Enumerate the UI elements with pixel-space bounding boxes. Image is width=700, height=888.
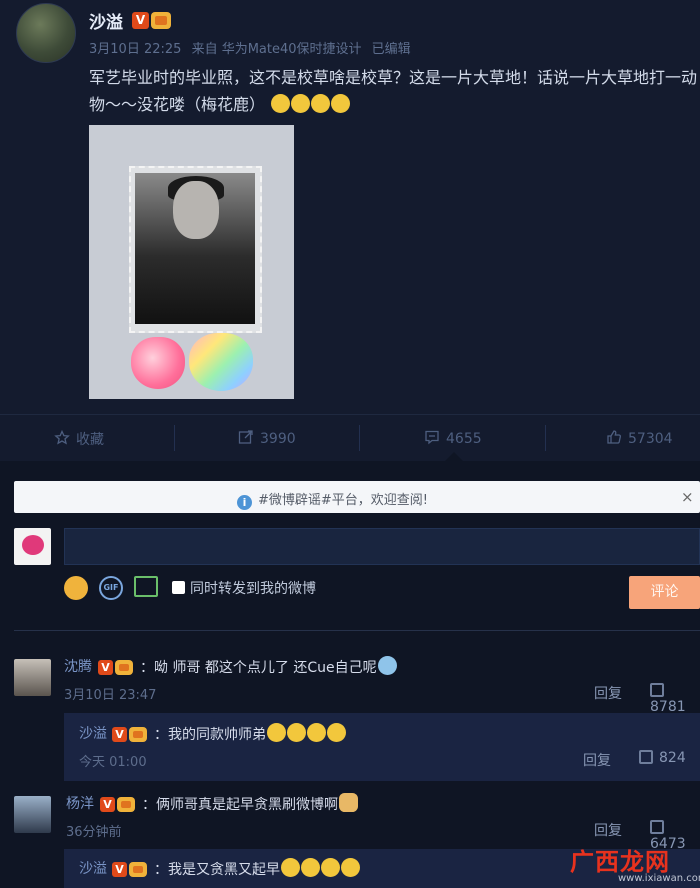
thumb-up-icon — [650, 683, 664, 697]
comment-time: 3月10日 23:47 — [64, 688, 157, 703]
thumb-up-icon — [606, 429, 622, 449]
rumor-notice-text: #微博辟谣#平台，欢迎查阅! — [258, 493, 428, 508]
sneaky-emoji-icon — [311, 94, 331, 113]
submit-comment-button[interactable]: 评论 — [629, 576, 700, 609]
author-name[interactable]: 沙溢 — [89, 8, 123, 33]
repost-button[interactable]: 3990 — [238, 429, 296, 449]
vip-crown-icon — [129, 727, 147, 742]
comment-text-body: ：呦 师哥 都这个点儿了 还Cue自己呢 — [140, 660, 377, 676]
comment-input[interactable] — [64, 528, 700, 565]
commenter-name[interactable]: 沈腾 — [64, 656, 92, 676]
sub-comment-like-count: 824 — [659, 750, 686, 766]
comment-time: 36分钟前 — [66, 825, 122, 840]
action-separator — [359, 425, 360, 451]
rainbow-heart-sticker — [189, 333, 253, 391]
sub-comment-time: 今天 01:00 — [79, 755, 147, 770]
repost-count: 3990 — [260, 431, 296, 447]
pink-heart-sticker — [131, 337, 185, 389]
sub-commenter-badges: V — [112, 724, 147, 743]
vip-crown-icon — [151, 12, 171, 29]
vip-crown-icon — [117, 797, 135, 812]
repost-icon — [238, 429, 254, 449]
sub-comment-like-button[interactable]: 824 — [639, 750, 686, 766]
watermark-brand: 广西龙网 — [570, 848, 670, 876]
repost-checkbox-label[interactable]: 同时转发到我的微博 — [190, 578, 316, 598]
vip-crown-icon — [115, 660, 133, 675]
sneaky-emoji-icon — [267, 723, 286, 742]
post-action-bar: 收藏 3990 4655 57304 — [0, 414, 700, 460]
thumb-up-icon — [639, 750, 653, 764]
like-count: 57304 — [628, 431, 673, 447]
comment-count: 4655 — [446, 431, 482, 447]
grin-emoji-icon — [301, 858, 320, 877]
post-source: 来自 华为Mate40保时捷设计 — [191, 42, 362, 57]
reply-button[interactable]: 回复 — [594, 820, 622, 840]
post-edited: 已编辑 — [371, 42, 411, 57]
my-avatar[interactable] — [14, 528, 51, 565]
comment-text: ：呦 师哥 都这个点儿了 还Cue自己呢 — [140, 656, 397, 677]
sneaky-emoji-icon — [331, 94, 351, 113]
author-avatar[interactable] — [16, 3, 76, 63]
reply-button[interactable]: 回复 — [594, 683, 622, 703]
action-separator — [545, 425, 546, 451]
smile-icon[interactable] — [64, 576, 88, 600]
clasped-hands-emoji-icon — [339, 793, 358, 812]
notice-close-icon[interactable]: × — [681, 488, 694, 506]
verified-badge-icon: V — [112, 727, 127, 742]
commenter-badges: V — [100, 794, 135, 813]
shrug-emoji-icon — [377, 656, 397, 675]
sub-commenter-name[interactable]: 沙溢 — [79, 723, 107, 743]
repost-checkbox[interactable] — [172, 581, 185, 594]
grin-emoji-icon — [271, 94, 291, 113]
star-icon — [54, 429, 70, 450]
verified-badge-icon: V — [132, 12, 149, 29]
grin-emoji-icon — [341, 858, 360, 877]
commenter-badges: V — [98, 657, 133, 676]
comment-like-button[interactable]: 8781 — [650, 683, 700, 715]
sub-comment-text-body: ：我是又贪黑又起早 — [154, 862, 280, 878]
divider — [14, 630, 700, 631]
info-icon: i — [237, 495, 252, 510]
sub-reply-button[interactable]: 回复 — [583, 750, 611, 770]
verified-badge-icon: V — [98, 660, 113, 675]
grin-emoji-icon — [327, 723, 346, 742]
comment-panel-caret — [445, 452, 463, 461]
sneaky-emoji-icon — [291, 94, 311, 113]
laugh-emoji-icon — [281, 858, 300, 877]
favorite-button[interactable]: 收藏 — [54, 429, 104, 450]
commenter-avatar[interactable] — [14, 796, 51, 833]
thumb-up-icon — [650, 820, 664, 834]
comment-text-body: ：俩师哥真是起早贪黑刷微博啊 — [142, 797, 338, 813]
commenter-avatar[interactable] — [14, 659, 51, 696]
verified-badge-icon: V — [100, 797, 115, 812]
comment-text: ：俩师哥真是起早贪黑刷微博啊 — [142, 793, 358, 814]
rumor-notice[interactable]: i #微博辟谣#平台，欢迎查阅! — [237, 489, 428, 510]
post-text: 军艺毕业时的毕业照，这不是校草啥是校草？这是一片大草地！话说一片大草地打一动物～… — [89, 64, 697, 118]
grin-emoji-icon — [287, 723, 306, 742]
author-badges: V — [132, 10, 171, 29]
verified-badge-icon: V — [112, 862, 127, 877]
comment-icon — [424, 429, 440, 449]
gif-icon[interactable]: GIF — [99, 576, 123, 600]
post-time[interactable]: 3月10日 22:25 — [89, 42, 181, 57]
grin-emoji-icon — [307, 723, 326, 742]
vip-crown-icon — [129, 862, 147, 877]
comment-button[interactable]: 4655 — [424, 429, 482, 449]
image-icon[interactable] — [134, 576, 158, 597]
sub-commenter-badges: V — [112, 859, 147, 878]
portrait-face — [173, 181, 219, 239]
sub-commenter-name[interactable]: 沙溢 — [79, 858, 107, 878]
like-button[interactable]: 57304 — [606, 429, 673, 449]
commenter-name[interactable]: 杨洋 — [66, 793, 94, 813]
sub-comment-text: ：我是又贪黑又起早 — [154, 858, 360, 879]
sub-comment-text: ：我的同款帅师弟 — [154, 723, 346, 744]
watermark-url: www.ixiawan.com — [618, 873, 700, 884]
post-meta: 3月10日 22:25 来自 华为Mate40保时捷设计 已编辑 — [89, 38, 417, 57]
sub-comment-text-body: ：我的同款帅师弟 — [154, 727, 266, 743]
grin-emoji-icon — [321, 858, 340, 877]
post-text-body: 军艺毕业时的毕业照，这不是校草啥是校草？这是一片大草地！话说一片大草地打一动物～… — [89, 68, 698, 114]
action-separator — [174, 425, 175, 451]
favorite-label: 收藏 — [76, 432, 104, 448]
